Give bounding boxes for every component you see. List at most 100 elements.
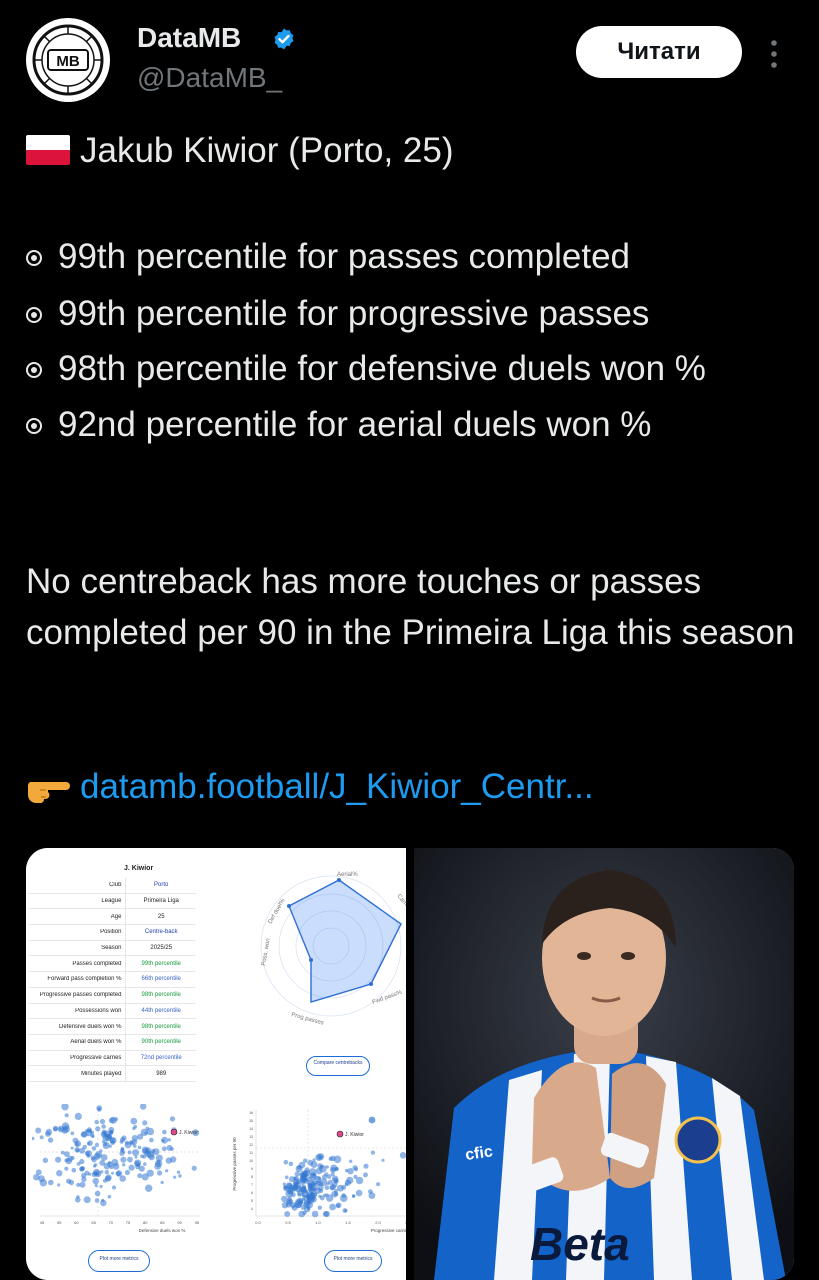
scatter-point (370, 1150, 375, 1155)
scatter-point (342, 1208, 348, 1213)
scatter-point (102, 1129, 107, 1134)
scatter-point (130, 1117, 138, 1125)
radar-axis-label: Aerial% (337, 872, 358, 878)
scatter-point (39, 1135, 44, 1140)
scatter-point (284, 1211, 291, 1217)
scatter-point (42, 1157, 49, 1163)
scatter-point (107, 1161, 113, 1168)
x-tick-label: 60 (74, 1220, 79, 1225)
scatter-point (47, 1137, 54, 1143)
scatter-point (74, 1112, 82, 1120)
table-cell-key: Age (110, 913, 122, 920)
table-row: Defensive duels won % 98th percentile (28, 1019, 196, 1035)
table-cell-value: Primeira Liga (125, 893, 196, 909)
more-options-icon[interactable] (764, 38, 784, 70)
scatter-point (115, 1170, 123, 1177)
scatter-point (92, 1171, 98, 1176)
plot-more-metrics-button[interactable]: Plot more metrics (88, 1250, 150, 1272)
x-tick-label: 0.0 (255, 1220, 261, 1225)
scatter-point (283, 1159, 289, 1165)
scatter-point (138, 1165, 145, 1172)
scatter-point (55, 1156, 62, 1163)
x-tick-label: 80 (143, 1220, 148, 1225)
scatter-highlight-label: J. Kiwior (179, 1130, 198, 1136)
scatter-point (48, 1179, 54, 1186)
scatter-point (284, 1175, 289, 1180)
scatter-point (108, 1144, 112, 1148)
scatter-point (133, 1124, 138, 1129)
scatter-point (291, 1204, 298, 1211)
scatter-point (324, 1185, 330, 1191)
scatter-point (32, 1136, 35, 1141)
table-cell-key: Possessions won (75, 1007, 122, 1014)
scatter-point (311, 1179, 315, 1184)
y-tick-label: 9 (251, 1167, 253, 1171)
avatar[interactable]: MB (26, 18, 110, 102)
table-cell-value: 2025/25 (125, 940, 196, 956)
scatter-point (70, 1131, 75, 1136)
y-tick-label: 12 (249, 1143, 253, 1147)
scatter-point (160, 1180, 164, 1185)
media-grid[interactable]: J. Kiwior Club Porto League Primeira Liga Ag… (26, 848, 794, 1280)
post-title-line: Jakub Kiwior (Porto, 25) (26, 122, 453, 179)
scatter-point (74, 1142, 80, 1147)
scatter-point (52, 1125, 59, 1132)
author-handle[interactable]: @DataMB_ (137, 62, 282, 94)
scatter-point (56, 1170, 63, 1177)
author-name[interactable]: DataMB (137, 22, 241, 54)
scatter-point (100, 1199, 107, 1207)
scatter-point (169, 1116, 176, 1122)
scatter-point (93, 1164, 96, 1168)
scatter-point (133, 1144, 137, 1148)
scatter-point (122, 1163, 126, 1167)
scatter-point (64, 1113, 69, 1118)
scatter-point (326, 1182, 330, 1186)
scatter-point (91, 1135, 95, 1138)
x-tick-label: 95 (195, 1220, 200, 1225)
scatter-point (165, 1169, 169, 1173)
scatter-point (134, 1155, 138, 1159)
table-cell-key: Passes completed (72, 960, 122, 967)
scatter-point (127, 1150, 132, 1155)
scatter-point (288, 1161, 294, 1167)
pointing-hand-icon (26, 764, 72, 803)
table-cell-value: 989 (125, 1066, 196, 1081)
scatter-point (120, 1156, 127, 1163)
link-line: datamb.football/J_Kiwior_Centr... (26, 758, 594, 815)
y-tick-label: 11 (249, 1151, 253, 1155)
scatter-point (341, 1193, 346, 1198)
y-tick-label: 7 (251, 1183, 253, 1187)
stats-image[interactable]: J. Kiwior Club Porto League Primeira Liga Ag… (26, 848, 411, 1280)
scatter-point (127, 1156, 133, 1163)
scatter-point (167, 1138, 171, 1142)
scatter-point (324, 1172, 329, 1177)
scatter-point (322, 1211, 329, 1217)
scatter-point (176, 1170, 181, 1174)
scatter-point (363, 1163, 369, 1169)
compare-centrebacks-button[interactable]: Compare centrebacks (306, 1056, 370, 1076)
scatter-point (307, 1182, 313, 1189)
table-cell-value: 44th percentile (125, 1003, 196, 1019)
scatter-point (161, 1146, 167, 1152)
scatter-point (137, 1173, 143, 1179)
scatter-point (140, 1154, 144, 1159)
svg-text:MB: MB (56, 53, 79, 70)
scatter-point (33, 1174, 40, 1181)
follow-button[interactable]: Читати (576, 26, 742, 78)
y-tick-label: 16 (249, 1111, 253, 1115)
scatter-point (142, 1120, 148, 1126)
x-tick-label: 0.5 (285, 1220, 291, 1225)
scatter-point (341, 1185, 347, 1190)
table-cell-value: Porto (125, 878, 196, 893)
scatter-point (61, 1104, 69, 1111)
player-photo[interactable]: cfic Beta (414, 848, 794, 1280)
post-link[interactable]: datamb.football/J_Kiwior_Centr... (80, 767, 594, 806)
x-axis-label: Progressive carries (371, 1228, 406, 1233)
scatter-point (300, 1175, 307, 1181)
plot-more-metrics-button[interactable]: Plot more metrics (324, 1250, 382, 1272)
scatter-point (94, 1119, 99, 1125)
table-row: Passes completed 99th percentile (28, 956, 196, 973)
scatter-point (68, 1179, 75, 1186)
radio-bullet-icon (26, 250, 42, 266)
scatter-point (81, 1172, 87, 1179)
